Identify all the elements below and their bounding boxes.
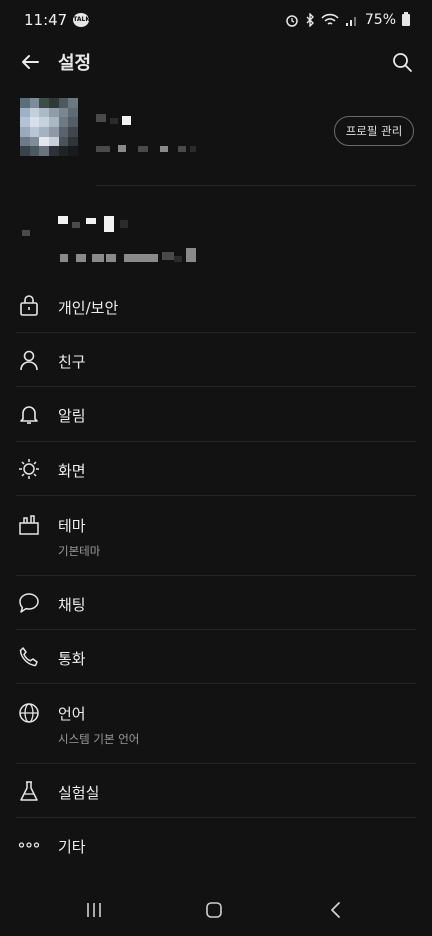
back-button[interactable] xyxy=(16,48,44,76)
flask-icon xyxy=(18,780,40,802)
menu-sublabel: 시스템 기본 언어 xyxy=(58,732,140,746)
nav-back-icon xyxy=(331,902,340,918)
battery-icon xyxy=(402,12,410,26)
redacted-account-detail xyxy=(76,254,86,262)
redacted-account-icon xyxy=(22,230,30,236)
search-icon xyxy=(393,53,412,72)
redacted-name xyxy=(122,116,131,125)
brightness-icon xyxy=(18,458,40,480)
redacted-name xyxy=(110,118,118,124)
menu-label: 실험실 xyxy=(58,784,100,802)
bluetooth-icon xyxy=(306,13,314,27)
menu-label: 알림 xyxy=(58,407,86,425)
menu-item-etc[interactable]: 기타 xyxy=(16,818,416,872)
globe-icon xyxy=(18,702,40,724)
status-right: 75% xyxy=(285,12,410,28)
menu-item-friends[interactable]: 친구 xyxy=(16,333,416,387)
menu-item-theme[interactable]: 테마 기본테마 xyxy=(16,496,416,576)
menu-item-display[interactable]: 화면 xyxy=(16,442,416,496)
redacted-account-name xyxy=(72,222,80,228)
menu-label: 언어 xyxy=(58,705,86,723)
avatar[interactable] xyxy=(20,98,78,156)
menu-label: 통화 xyxy=(58,650,86,668)
more-horizontal-icon xyxy=(18,834,40,856)
person-icon xyxy=(18,349,40,371)
alarm-icon xyxy=(286,15,298,27)
menu-label: 채팅 xyxy=(58,596,86,614)
brush-icon xyxy=(18,514,40,536)
phone-icon xyxy=(18,646,40,668)
talk-notification-icon: TALK xyxy=(73,13,90,27)
chat-bubble-icon xyxy=(18,592,40,614)
redacted-status xyxy=(190,146,196,152)
redacted-status xyxy=(118,145,126,152)
home-icon xyxy=(206,902,222,918)
page-title: 설정 xyxy=(58,53,92,74)
status-time: 11:47 xyxy=(24,11,68,29)
menu-label: 기타 xyxy=(58,838,86,856)
redacted-account-detail xyxy=(60,254,68,262)
settings-menu: 개인/보안 친구 알림 화면 테마 기본테마 채팅 통화 언어 시스템 기본 언… xyxy=(0,278,432,872)
nav-home-button[interactable] xyxy=(200,896,228,924)
nav-back-button[interactable] xyxy=(322,896,350,924)
menu-item-calls[interactable]: 통화 xyxy=(16,630,416,684)
redacted-account-name xyxy=(120,220,128,228)
menu-item-labs[interactable]: 실험실 xyxy=(16,764,416,818)
redacted-status xyxy=(178,146,186,152)
redacted-account-name xyxy=(86,218,96,224)
status-left: 11:47 TALK xyxy=(24,11,90,29)
recent-apps-icon xyxy=(87,903,101,917)
redacted-account-name xyxy=(104,216,114,232)
battery-percent: 75% xyxy=(364,12,396,28)
app-bar: 설정 xyxy=(0,40,432,84)
redacted-account-detail xyxy=(174,256,182,262)
redacted-name xyxy=(96,114,106,122)
redacted-account-detail xyxy=(162,252,174,260)
redacted-account-detail xyxy=(124,254,158,262)
nav-recent-button[interactable] xyxy=(80,896,108,924)
redacted-status xyxy=(160,146,168,152)
lock-icon xyxy=(18,294,40,316)
profile-divider xyxy=(96,185,416,186)
account-section[interactable] xyxy=(0,200,432,276)
menu-item-notifications[interactable]: 알림 xyxy=(16,387,416,442)
menu-sublabel: 기본테마 xyxy=(58,544,101,558)
bell-icon xyxy=(18,403,40,425)
profile-section[interactable]: 프로필 관리 xyxy=(0,92,432,178)
search-button[interactable] xyxy=(388,48,416,76)
redacted-account-detail xyxy=(92,254,104,262)
status-bar: 11:47 TALK 75% xyxy=(0,0,432,40)
redacted-status xyxy=(138,146,148,152)
menu-label: 친구 xyxy=(58,353,86,371)
menu-label: 개인/보안 xyxy=(58,299,119,317)
menu-item-privacy-security[interactable]: 개인/보안 xyxy=(16,278,416,333)
menu-label: 화면 xyxy=(58,462,86,480)
redacted-account-detail xyxy=(186,248,196,262)
arrow-left-icon xyxy=(22,55,39,69)
signal-icon xyxy=(345,17,356,26)
redacted-status xyxy=(96,146,110,152)
wifi-icon xyxy=(321,13,339,25)
menu-item-chats[interactable]: 채팅 xyxy=(16,576,416,630)
menu-label: 테마 xyxy=(58,517,86,535)
profile-manage-button[interactable]: 프로필 관리 xyxy=(334,116,414,146)
redacted-account-name xyxy=(58,216,68,224)
menu-item-language[interactable]: 언어 시스템 기본 언어 xyxy=(16,684,416,764)
redacted-account-detail xyxy=(106,254,116,262)
